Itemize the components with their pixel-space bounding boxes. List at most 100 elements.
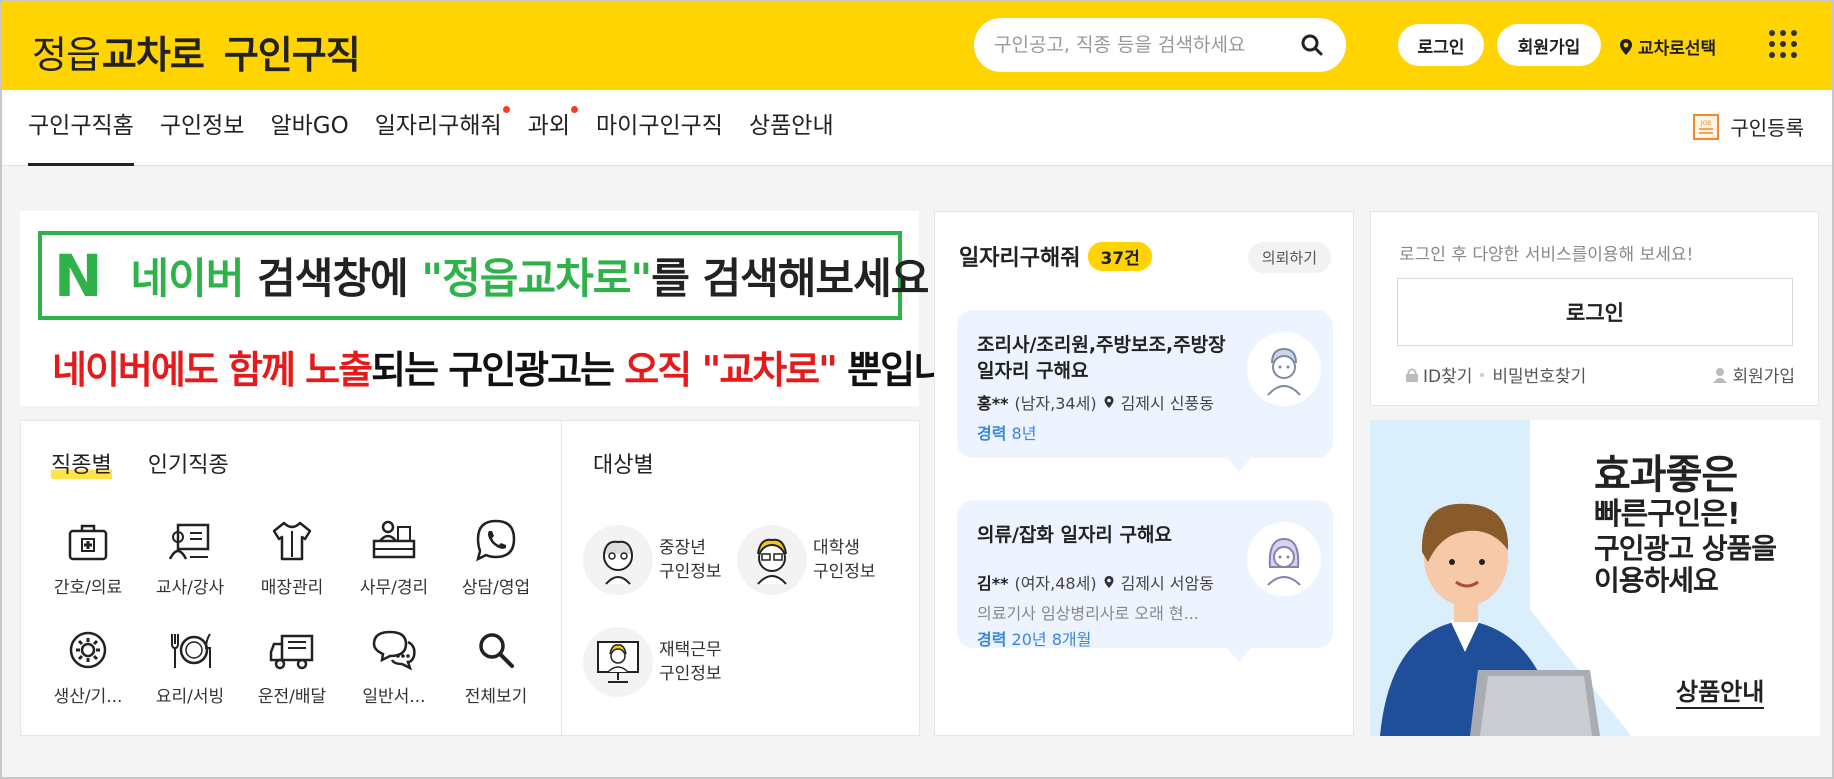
nav-item[interactable]: 마이구인구직: [596, 90, 723, 166]
ad-line4: 이용하세요: [1594, 563, 1719, 597]
category-item[interactable]: 생산/기...: [37, 626, 139, 707]
nav-item[interactable]: 구인정보: [160, 90, 245, 166]
target-remote-line1: 재택근무: [659, 640, 722, 660]
top-header: 정읍 교차로 구인구직 로그인 회원가입 교차로선택: [2, 2, 1832, 90]
category-item[interactable]: 매장관리: [241, 517, 343, 598]
nav-item[interactable]: 상품안내: [749, 90, 834, 166]
new-dot-indicator: [502, 106, 510, 113]
target-remote[interactable]: 재택근무 구인정보: [583, 627, 722, 697]
ad-line3: 구인광고 상품을: [1594, 531, 1777, 565]
ad-person-illustration: [1380, 503, 1600, 736]
logo-region: 정읍: [32, 33, 101, 77]
tab-job-type[interactable]: 직종별: [51, 447, 112, 479]
panel-divider: [561, 421, 562, 735]
header-join-button[interactable]: 회원가입: [1497, 24, 1601, 66]
new-dot-indicator: [571, 106, 578, 113]
category-item[interactable]: 교사/강사: [139, 517, 241, 598]
category-item[interactable]: 운전/배달: [241, 626, 343, 707]
login-button[interactable]: 로그인: [1397, 278, 1793, 346]
target-senior-line2: 구인정보: [659, 562, 722, 582]
logo-section: 구인구직: [223, 33, 361, 77]
category-item[interactable]: 요리/서빙: [139, 626, 241, 707]
logo-brand: 교차로: [101, 33, 205, 77]
header-login-button[interactable]: 로그인: [1398, 24, 1484, 66]
site-logo[interactable]: 정읍 교차로 구인구직: [32, 24, 361, 79]
male-avatar-icon: [1247, 332, 1321, 406]
senior-avatar-icon: [583, 525, 653, 595]
category-item[interactable]: 사무/경리: [343, 517, 445, 598]
nav-item-label: 알바GO: [270, 113, 349, 139]
register-job-button[interactable]: JOB 구인등록: [1692, 112, 1804, 141]
search-icon[interactable]: [1300, 33, 1324, 57]
ad-line1: 효과좋은: [1594, 452, 1738, 498]
find-password-link[interactable]: 비밀번호찾기: [1492, 362, 1586, 387]
nav-item-label: 구인구직홈: [28, 113, 134, 139]
search-icon: [479, 633, 514, 668]
seeker-name: 김**: [977, 574, 1009, 593]
nav-item[interactable]: 일자리구해줘: [375, 90, 510, 166]
login-message: 로그인 후 다양한 서비스를이용해 보세요!: [1399, 245, 1694, 265]
banner-search-box: N 네이버 검색창에 "정읍교차로"를 검색해보세요: [38, 231, 929, 320]
banner-line2: 네이버에도 함께 노출되는 구인광고는 오직 "교차로" 뿐입니다: [52, 348, 981, 392]
truck-icon: [269, 634, 314, 670]
category-label: 매장관리: [260, 578, 324, 598]
category-item[interactable]: 일반서...: [343, 626, 445, 707]
product-ad-banner[interactable]: 효과좋은 빠른구인은! 구인광고 상품을 이용하세요 상품안내: [1370, 420, 1820, 736]
naver-promo-banner[interactable]: N 네이버 검색창에 "정읍교차로"를 검색해보세요 네이버에도 함께 노출되는…: [20, 211, 981, 406]
category-item[interactable]: 상담/영업: [445, 517, 547, 598]
ad-line2: 빠른구인은!: [1594, 497, 1741, 532]
category-label: 운전/배달: [257, 687, 327, 707]
shirt-icon: [272, 521, 312, 561]
category-label: 간호/의료: [53, 578, 123, 598]
seekers-title: 일자리구해줘 37건: [959, 240, 1152, 272]
seeker-experience: 경력 20년 8개월: [977, 630, 1092, 649]
all-menu-grid-icon[interactable]: [1769, 30, 1797, 58]
seeker-post[interactable]: 의류/잡화 일자리 구해요 김** (여자,48세) 김제시 서암동 의료기사 …: [957, 500, 1333, 662]
nav-item-label: 상품안내: [748, 113, 834, 139]
register-job-label: 구인등록: [1730, 116, 1804, 140]
office-desk-icon: [372, 520, 416, 559]
category-item[interactable]: 간호/의료: [37, 517, 139, 598]
job-seekers-panel: 일자리구해줘 37건 의뢰하기 조리사/조리원,주방보조,주방장 일자리 구해요…: [934, 211, 1354, 736]
gear-icon: [69, 631, 107, 669]
phone-chat-icon: [476, 519, 516, 562]
login-links: ID찾기 비밀번호찾기 회원가입: [1405, 362, 1795, 387]
location-pin-icon: [1104, 576, 1114, 588]
login-panel: 로그인 후 다양한 서비스를이용해 보세요! 로그인 ID찾기 비밀번호찾기 회…: [1370, 211, 1819, 406]
tab-popular-jobs[interactable]: 인기직종: [148, 447, 229, 479]
svg-text:JOB: JOB: [1700, 120, 1712, 127]
seeker-experience: 경력 8년: [977, 424, 1037, 443]
medical-kit-icon: [68, 524, 108, 561]
nav-item-label: 과외: [527, 113, 570, 139]
seeker-location: 김제시 신풍동: [1120, 394, 1214, 413]
remote-work-avatar-icon: [583, 627, 653, 697]
female-avatar-icon: [1247, 522, 1321, 596]
category-item[interactable]: 전체보기: [445, 626, 547, 707]
nav-item[interactable]: 과외: [527, 90, 578, 166]
seeker-location: 김제시 서암동: [1120, 574, 1214, 593]
nav-item-label: 구인정보: [159, 113, 245, 139]
naver-logo: N: [54, 241, 103, 310]
search-input[interactable]: [994, 34, 1294, 56]
student-avatar-icon: [737, 525, 807, 595]
nav-item[interactable]: 알바GO: [270, 90, 348, 166]
nav-item[interactable]: 구인구직홈: [28, 90, 134, 166]
target-student-line1: 대학생: [813, 538, 860, 558]
teacher-board-icon: [168, 523, 210, 560]
target-section-title: 대상별: [593, 453, 654, 478]
seeker-post[interactable]: 조리사/조리원,주방보조,주방장 일자리 구해요 홍** (남자,34세) 김제…: [957, 310, 1333, 472]
join-link[interactable]: 회원가입: [1712, 362, 1795, 387]
target-student[interactable]: 대학생 구인정보: [737, 525, 876, 595]
job-register-icon: JOB: [1693, 113, 1720, 140]
seekers-count-badge: 37건: [1088, 241, 1152, 271]
find-id-link[interactable]: ID찾기: [1405, 362, 1472, 387]
product-info-link[interactable]: 상품안내: [1676, 672, 1765, 709]
category-label: 전체보기: [464, 687, 528, 707]
target-senior[interactable]: 중장년 구인정보: [583, 525, 722, 595]
request-button[interactable]: 의뢰하기: [1247, 242, 1331, 273]
seeker-description: 의료기사 임상병리사로 오래 현...: [977, 604, 1199, 623]
nav-items: 구인구직홈 구인정보 알바GO 일자리구해줘 과외 마이구인구직 상품안내: [28, 90, 860, 166]
category-label: 요리/서빙: [155, 687, 225, 707]
region-select[interactable]: 교차로선택: [1618, 34, 1716, 59]
nav-item-label: 마이구인구직: [596, 113, 723, 139]
